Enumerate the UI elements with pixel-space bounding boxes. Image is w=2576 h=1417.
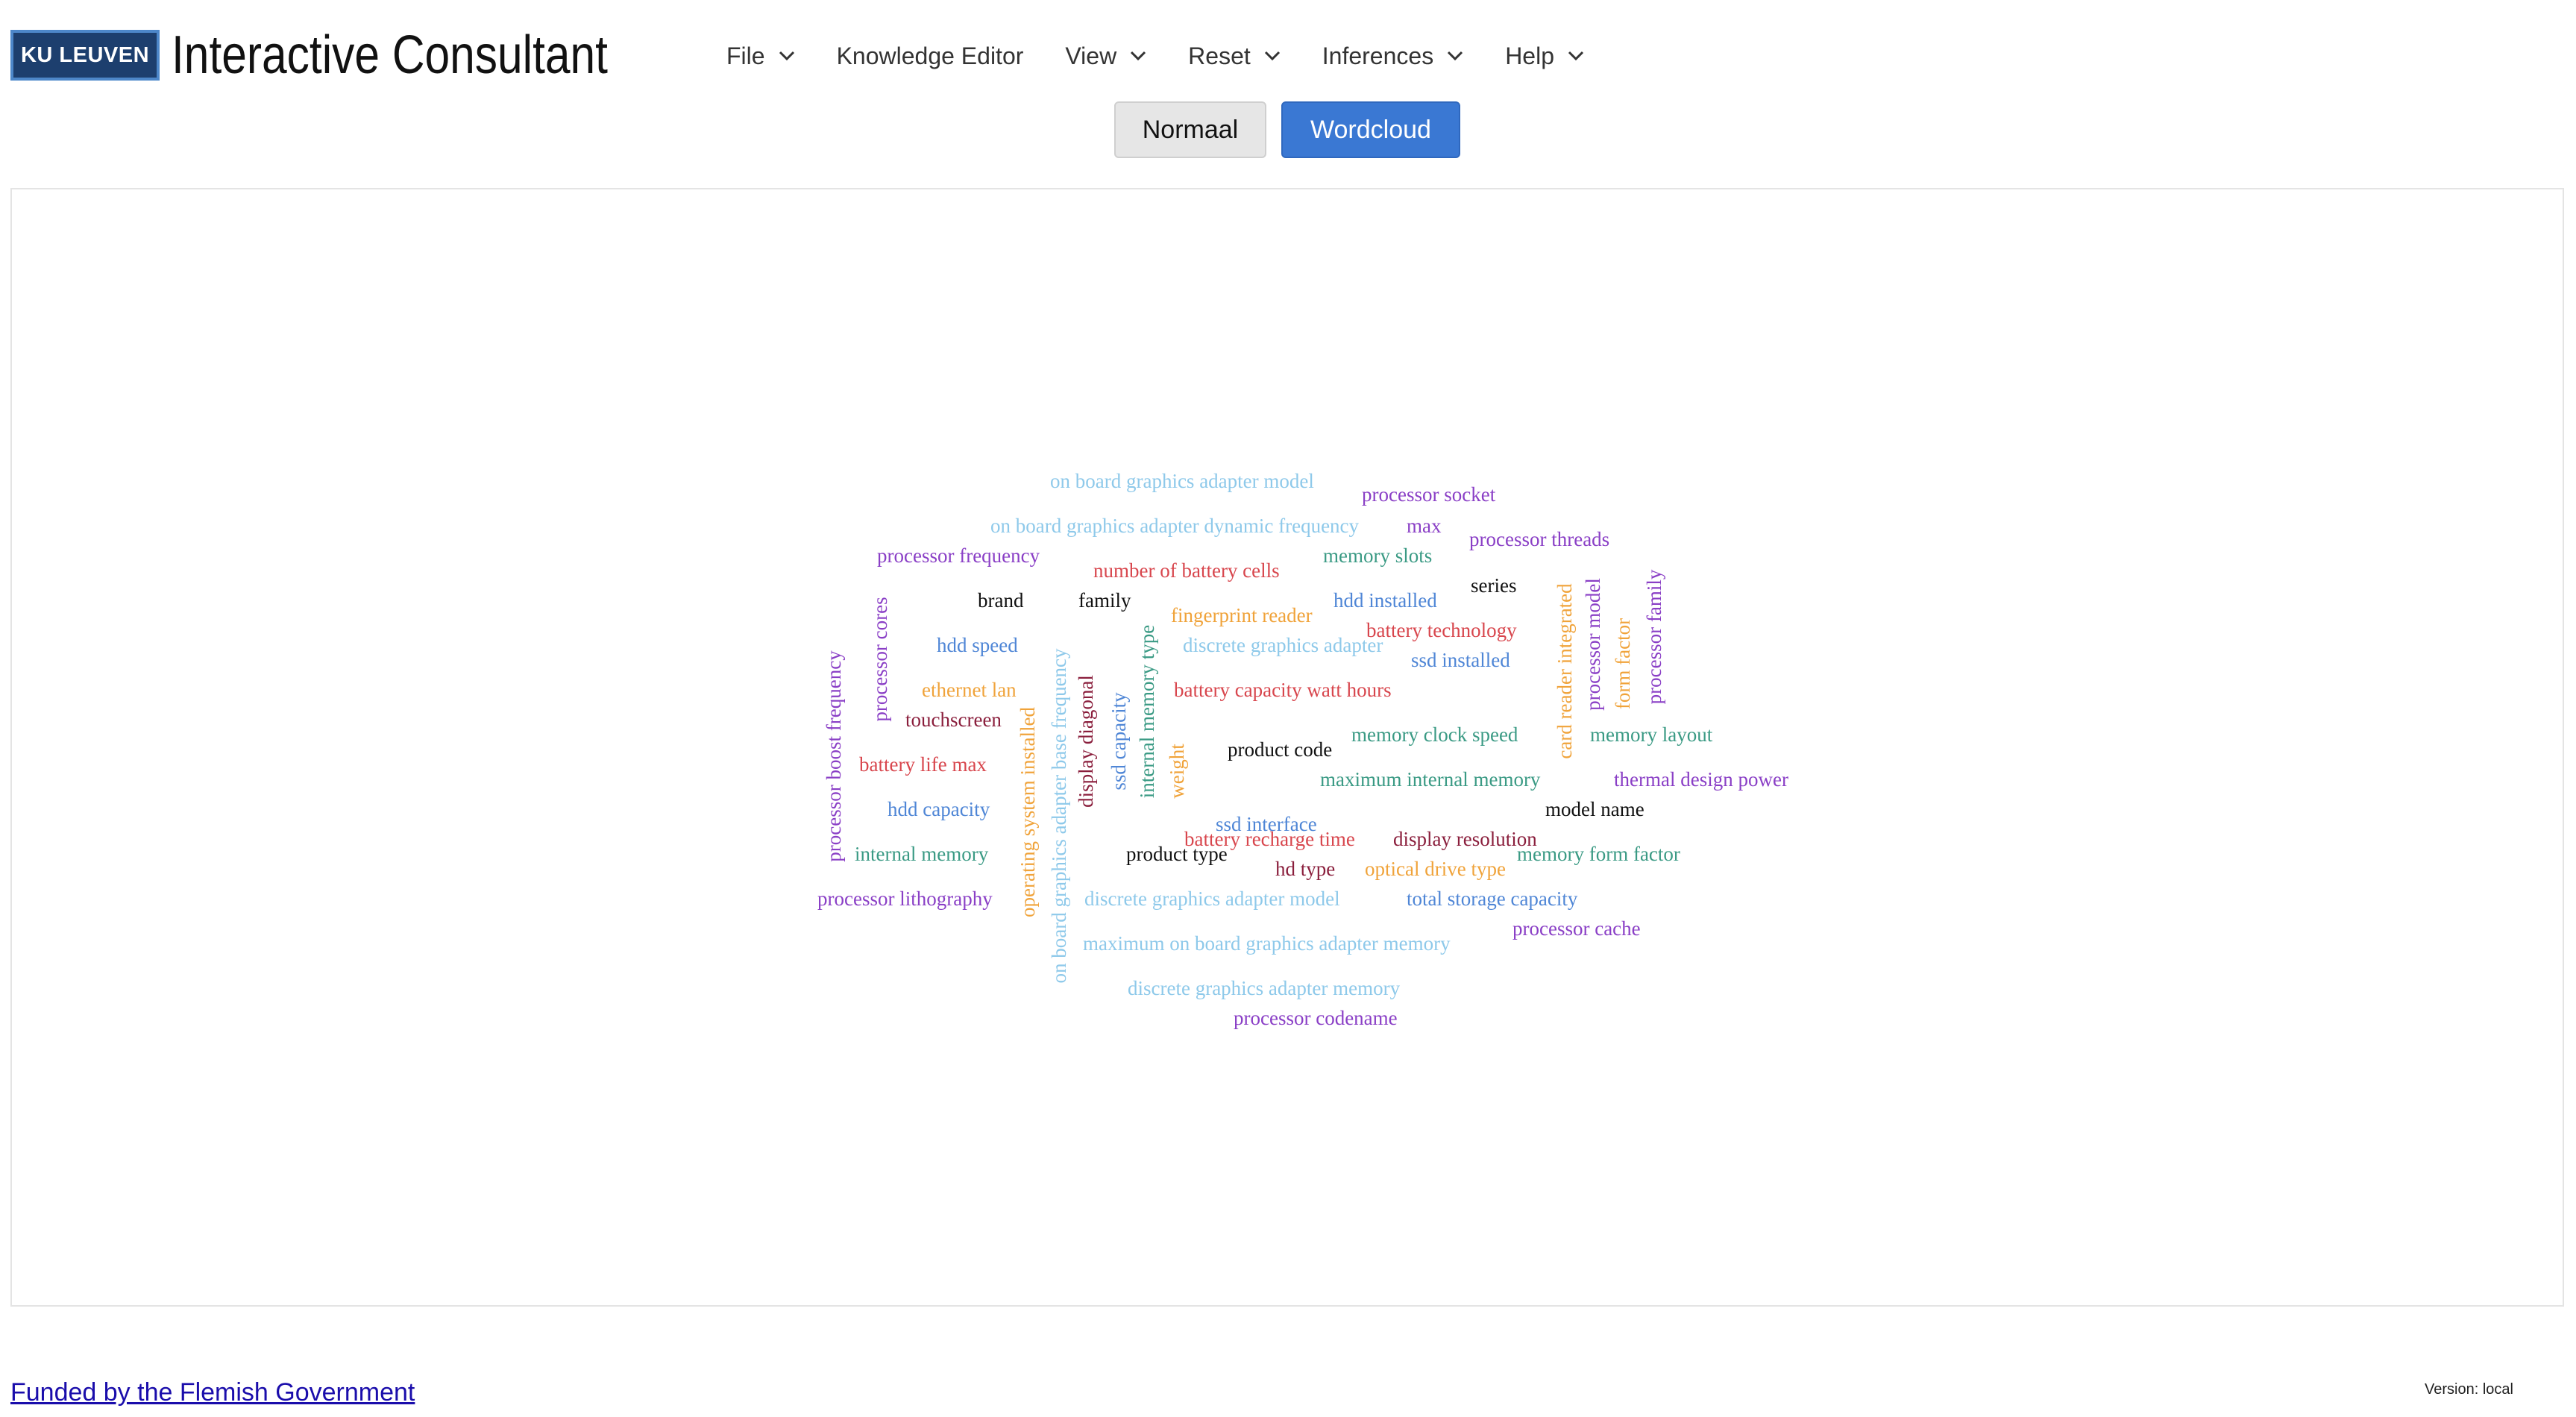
menu-help-label: Help bbox=[1505, 42, 1554, 69]
wordcloud-word: processor model bbox=[1582, 578, 1604, 711]
chevron-down-icon bbox=[1131, 51, 1146, 61]
ku-leuven-logo: KU LEUVEN bbox=[10, 30, 160, 81]
wordcloud-word: memory form factor bbox=[1517, 843, 1680, 865]
menu-knowledge-editor[interactable]: Knowledge Editor bbox=[837, 43, 1024, 70]
wordcloud-word: memory layout bbox=[1590, 723, 1713, 746]
wordcloud-word: internal memory bbox=[855, 843, 989, 865]
wordcloud-word: discrete graphics adapter memory bbox=[1128, 977, 1401, 999]
menu-knowledge-editor-label: Knowledge Editor bbox=[836, 42, 1024, 69]
wordcloud-word: family bbox=[1078, 589, 1131, 612]
menu-file[interactable]: File bbox=[726, 43, 795, 70]
wordcloud-word: battery capacity watt hours bbox=[1174, 679, 1392, 701]
menu-view-label: View bbox=[1065, 42, 1117, 69]
logo-text: KU LEUVEN bbox=[20, 43, 150, 67]
menu-help[interactable]: Help bbox=[1505, 43, 1584, 70]
wordcloud-word: processor threads bbox=[1469, 528, 1609, 550]
wordcloud-word: operating system installed bbox=[1017, 707, 1039, 917]
wordcloud-word: maximum internal memory bbox=[1320, 768, 1541, 791]
wordcloud-word: ethernet lan bbox=[922, 679, 1017, 701]
wordcloud-word: hd type bbox=[1275, 858, 1335, 880]
wordcloud-word: brand bbox=[978, 589, 1024, 612]
menu-reset[interactable]: Reset bbox=[1188, 43, 1281, 70]
wordcloud-word: display diagonal bbox=[1075, 675, 1097, 808]
wordcloud-word: discrete graphics adapter model bbox=[1084, 887, 1340, 910]
menu-inferences-label: Inferences bbox=[1322, 42, 1434, 69]
wordcloud-word: form factor bbox=[1612, 618, 1634, 709]
wordcloud-word: hdd installed bbox=[1333, 589, 1437, 612]
wordcloud-word: product code bbox=[1228, 738, 1332, 761]
menu-inferences[interactable]: Inferences bbox=[1322, 43, 1463, 70]
wordcloud-word: weight bbox=[1166, 744, 1188, 799]
wordcloud-word: max bbox=[1407, 515, 1442, 537]
wordcloud-word: series bbox=[1471, 574, 1516, 597]
wordcloud-word: processor lithography bbox=[817, 887, 993, 910]
wordcloud-panel: on board graphics adapter model processor… bbox=[10, 188, 2564, 1307]
wordcloud-word: processor boost frequency bbox=[823, 650, 845, 862]
wordcloud-word: thermal design power bbox=[1614, 768, 1788, 791]
version-label: Version: local bbox=[2425, 1381, 2513, 1398]
wordcloud-word: hdd capacity bbox=[888, 798, 990, 820]
app-title: Interactive Consultant bbox=[172, 25, 608, 85]
wordcloud-word: product type bbox=[1126, 843, 1228, 865]
wordcloud-word: on board graphics adapter base frequency bbox=[1048, 648, 1070, 984]
wordcloud-word: number of battery cells bbox=[1093, 559, 1280, 582]
wordcloud-word: model name bbox=[1545, 798, 1644, 820]
wordcloud-word: internal memory type bbox=[1136, 625, 1158, 798]
wordcloud-word: memory slots bbox=[1323, 544, 1432, 567]
wordcloud-word: processor codename bbox=[1234, 1007, 1398, 1029]
wordcloud-view-button[interactable]: Wordcloud bbox=[1281, 101, 1460, 158]
wordcloud-word: processor family bbox=[1643, 569, 1665, 704]
wordcloud-word: ssd installed bbox=[1411, 649, 1510, 671]
wordcloud: on board graphics adapter model processor… bbox=[817, 470, 1788, 1029]
wordcloud-word: on board graphics adapter model bbox=[1050, 470, 1314, 492]
wordcloud-word: ssd capacity bbox=[1108, 692, 1130, 791]
wordcloud-word: display resolution bbox=[1393, 828, 1537, 850]
wordcloud-word: processor cores bbox=[869, 597, 891, 721]
wordcloud-word: battery technology bbox=[1366, 619, 1517, 641]
wordcloud-word: card reader integrated bbox=[1554, 583, 1576, 759]
wordcloud-word: battery life max bbox=[859, 753, 987, 776]
chevron-down-icon bbox=[1448, 51, 1463, 61]
menu-file-label: File bbox=[726, 42, 765, 69]
wordcloud-word: touchscreen bbox=[905, 708, 1002, 731]
menu-reset-label: Reset bbox=[1188, 42, 1251, 69]
wordcloud-word: optical drive type bbox=[1365, 858, 1506, 880]
main-menu: File Knowledge Editor View Reset Inferen… bbox=[726, 39, 1626, 73]
wordcloud-word: processor frequency bbox=[877, 544, 1040, 567]
wordcloud-word: maximum on board graphics adapter memory bbox=[1083, 932, 1451, 955]
wordcloud-word: total storage capacity bbox=[1407, 887, 1578, 910]
funded-by-link[interactable]: Funded by the Flemish Government bbox=[10, 1378, 415, 1407]
chevron-down-icon bbox=[779, 51, 794, 61]
normaal-view-button[interactable]: Normaal bbox=[1114, 101, 1266, 158]
wordcloud-word: memory clock speed bbox=[1351, 723, 1518, 746]
menu-view[interactable]: View bbox=[1065, 43, 1146, 70]
chevron-down-icon bbox=[1264, 51, 1280, 61]
wordcloud-word: hdd speed bbox=[937, 634, 1018, 656]
wordcloud-word: on board graphics adapter dynamic freque… bbox=[990, 515, 1360, 537]
wordcloud-word: discrete graphics adapter bbox=[1183, 634, 1383, 656]
chevron-down-icon bbox=[1568, 51, 1584, 61]
wordcloud-word: processor cache bbox=[1512, 917, 1641, 940]
wordcloud-word: processor socket bbox=[1362, 483, 1496, 506]
wordcloud-word: fingerprint reader bbox=[1171, 604, 1313, 626]
